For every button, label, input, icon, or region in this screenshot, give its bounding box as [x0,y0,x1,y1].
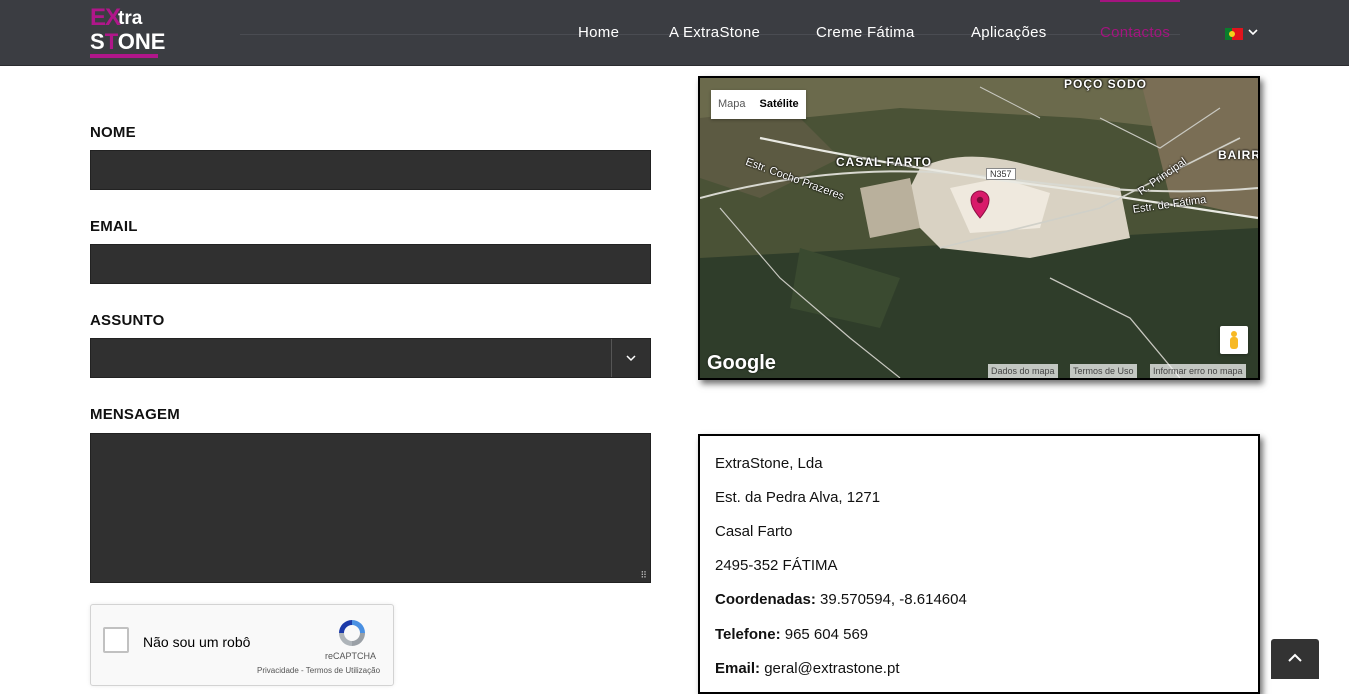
chevron-up-icon [1288,653,1302,662]
google-logo: Google [707,352,776,374]
chevron-down-icon[interactable] [1248,26,1258,40]
map-terms-link[interactable]: Termos de Uso [1070,364,1137,378]
contact-info-box: ExtraStone, Lda Est. da Pedra Alva, 1271… [698,434,1260,694]
nav-applications[interactable]: Aplicações [971,24,1047,41]
address-locality: Casal Farto [715,523,793,540]
map-type-map-button[interactable]: Mapa [711,90,753,119]
subject-label: ASSUNTO [90,312,165,329]
email-field[interactable] [90,244,651,284]
chevron-down-icon[interactable] [611,339,650,377]
road-shield: N357 [986,168,1016,180]
logo-tagline-bar [90,54,158,58]
place-label: POÇO SODO [1064,77,1148,91]
site-logo[interactable]: EX tra STONE [90,4,165,60]
nav-active-indicator [1100,0,1180,2]
nav-contacts[interactable]: Contactos [1100,24,1170,41]
back-to-top-button[interactable] [1271,639,1319,679]
nav-home[interactable]: Home [578,24,619,41]
map-attribution[interactable]: Dados do mapa [988,364,1058,378]
place-label: CASAL FARTO [836,155,932,169]
address-postcode: 2495-352 FÁTIMA [715,557,838,574]
map-type-control: Mapa Satélite [711,90,806,119]
recaptcha-brand: reCAPTCHA [325,651,377,661]
recaptcha-label: Não sou um robô [143,634,251,650]
address-street: Est. da Pedra Alva, 1271 [715,489,881,506]
recaptcha-icon [339,620,365,646]
site-header: EX tra STONE Home A ExtraStone Creme Fát… [0,0,1349,66]
resize-handle-icon[interactable]: ⠿ [640,571,647,580]
google-map[interactable]: MapaSatélite POÇO SODO CASAL FARTO BAIRR… [698,76,1260,380]
company-name: ExtraStone, Lda [715,455,823,472]
phone: Telefone: 965 604 569 [715,626,869,643]
map-type-satellite-button[interactable]: Satélite [753,90,806,119]
nav-creme-fatima[interactable]: Creme Fátima [816,24,915,41]
nav-about[interactable]: A ExtraStone [669,24,760,41]
subject-select[interactable] [90,338,651,378]
logo-text-tra: tra [118,8,143,29]
name-label: NOME [90,124,136,141]
message-label: MENSAGEM [90,406,180,423]
phone-link[interactable]: 965 604 569 [785,626,868,643]
map-report-link[interactable]: Informar erro no mapa [1150,364,1246,378]
name-field[interactable] [90,150,651,190]
message-textarea[interactable]: ⠿ [90,433,651,583]
email-label: EMAIL [90,218,138,235]
logo-text-ex: EX [90,4,121,31]
satellite-imagery [700,78,1258,378]
recaptcha-checkbox[interactable] [103,627,129,653]
logo-text-stone: STONE [90,29,166,54]
place-label: BAIRRO [1218,148,1258,162]
email-link[interactable]: geral@extrastone.pt [764,660,899,677]
street-view-pegman-icon[interactable] [1220,326,1248,354]
coordinates: Coordenadas: 39.570594, -8.614604 [715,591,967,608]
email: Email: geral@extrastone.pt [715,660,900,677]
portugal-flag-icon[interactable] [1225,28,1243,40]
